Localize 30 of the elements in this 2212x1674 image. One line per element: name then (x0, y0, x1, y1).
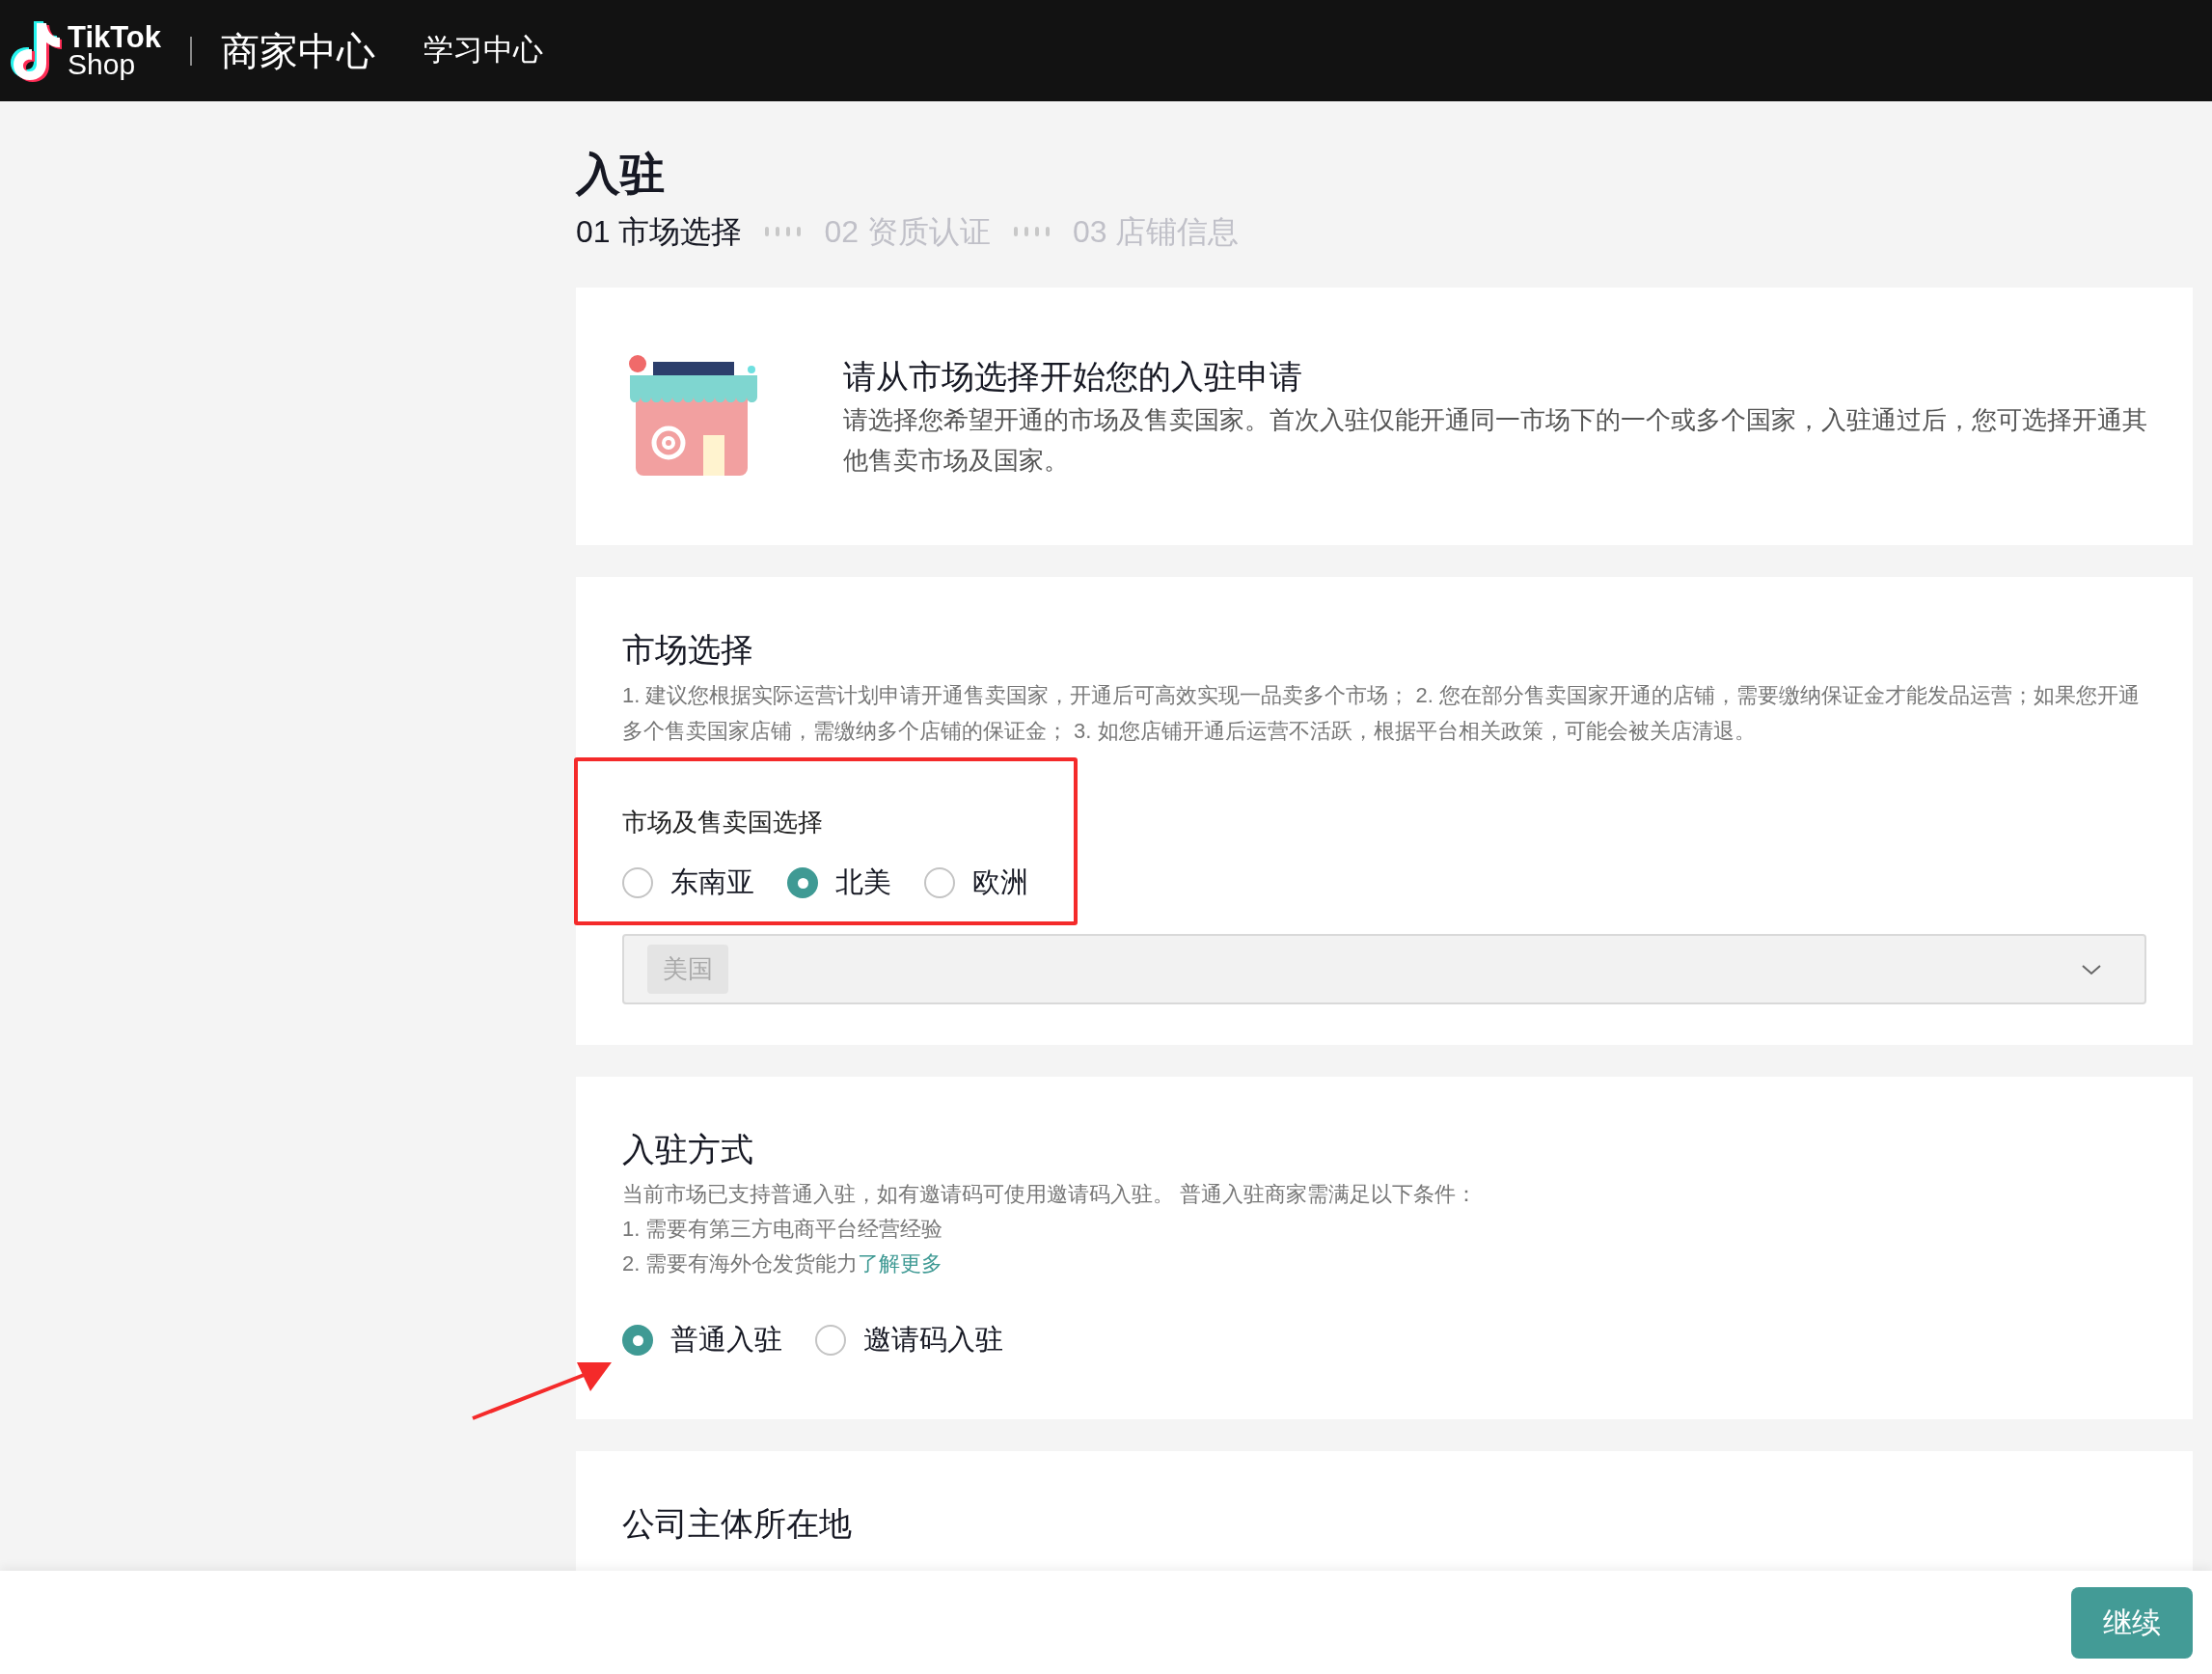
nav-link[interactable]: 学习中心 (423, 28, 544, 73)
brand-name: TikTok (68, 23, 162, 51)
requirement-text: 2. 需要有海外仓发货能力 了解更多 (622, 1250, 944, 1277)
radio-label: 东南亚 (670, 865, 754, 900)
music-note-icon (8, 18, 62, 83)
brand-subtitle: Shop (68, 50, 137, 78)
intro-heading: 请从市场选择开始您的入驻申请 (843, 356, 1303, 397)
requirement-text: 当前市场已支持普通入驻，如有邀请码可使用邀请码入驻。 普通入驻商家需满足以下条件： (622, 1181, 1479, 1208)
nav-link[interactable]: 商家中心 (221, 21, 376, 80)
step-separator (1013, 227, 1050, 236)
radio-label: 邀请码入驻 (863, 1323, 1003, 1358)
page-title: 入驻 (576, 148, 666, 201)
requirement-text: 1. 需要有第三方电商平台经营经验 (622, 1216, 944, 1243)
section-heading: 市场选择 (622, 630, 754, 670)
group-label: 市场及售卖国选择 (622, 807, 824, 838)
radio-button[interactable] (622, 1325, 653, 1356)
section-heading: 入驻方式 (622, 1130, 754, 1169)
radio-label: 北美 (835, 865, 891, 900)
radio-label: 普通入驻 (670, 1323, 782, 1358)
radio-button[interactable] (815, 1325, 846, 1356)
chevron-down-icon (2081, 962, 2102, 976)
step-separator (765, 227, 802, 236)
section-description: 1. 建议您根据实际运营计划申请开通售卖国家，开通后可高效实现一品卖多个市场； 2. 您在部分售卖国家开通的店铺，需要缴纳保证金才能发品运营；如果您开通多个售卖国家店铺，需缴纳多个店铺的保证金； 3. 如您店铺开通后运营不活跃，根据平台相关政策，可能会被关店清退。 (622, 682, 2142, 745)
radio-option[interactable]: 邀请码入驻 (815, 1319, 1003, 1361)
radio-option[interactable]: 普通入驻 (622, 1319, 782, 1361)
country-tag: 美国 (647, 945, 728, 994)
intro-text: 请选择您希望开通的市场及售卖国家。首次入驻仅能开通同一市场下的一个或多个国家，入驻通过后，您可选择开通其他售卖市场及国家。 (843, 403, 2148, 477)
section-heading: 公司主体所在地 (622, 1504, 853, 1544)
radio-label: 欧洲 (972, 865, 1028, 900)
step-label: 01 市场选择 (576, 213, 743, 251)
